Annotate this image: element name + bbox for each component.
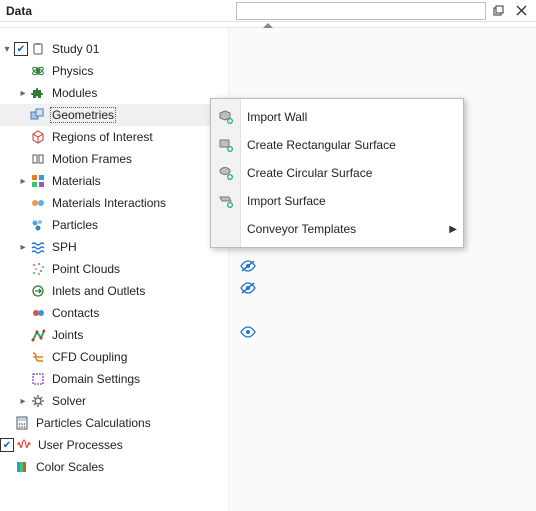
gear-icon	[30, 393, 46, 409]
submenu-arrow-icon: ▶	[449, 224, 457, 235]
joints-icon	[30, 327, 46, 343]
tree-item-physics[interactable]: Physics	[0, 60, 228, 82]
menu-create-rect[interactable]: Create Rectangular Surface	[211, 131, 463, 159]
color-scales-icon	[14, 459, 30, 475]
tree-panel: ▾ ✔ Study 01 Physics ▸ Modules	[0, 28, 228, 511]
menu-conveyor-templates[interactable]: Conveyor Templates ▶	[211, 215, 463, 243]
tree-label: Physics	[50, 64, 95, 78]
tree-label: Geometries	[50, 107, 116, 123]
tree-item-study[interactable]: ▾ ✔ Study 01	[0, 38, 228, 60]
tree-label: Color Scales	[34, 460, 106, 474]
tree-label: Study 01	[50, 42, 101, 56]
menu-label: Conveyor Templates	[247, 222, 356, 236]
interactions-icon	[30, 195, 46, 211]
frames-icon	[30, 151, 46, 167]
tree-item-user-processes[interactable]: ✔ User Processes	[0, 434, 228, 456]
tree-item-motion-frames[interactable]: Motion Frames	[0, 148, 228, 170]
domain-icon	[30, 371, 46, 387]
materials-icon	[30, 173, 46, 189]
tree-item-materials[interactable]: ▸ Materials	[0, 170, 228, 192]
cfd-icon	[30, 349, 46, 365]
expander-icon[interactable]: ▸	[16, 394, 30, 408]
expander-icon[interactable]: ▸	[16, 174, 30, 188]
tree-item-particles-calc[interactable]: Particles Calculations	[0, 412, 228, 434]
tree-item-roi[interactable]: Regions of Interest	[0, 126, 228, 148]
expander-icon[interactable]: ▸	[16, 86, 30, 100]
tree-label: Domain Settings	[50, 372, 142, 386]
eye-hidden-icon[interactable]	[239, 257, 257, 275]
context-menu: Import Wall Create Rectangular Surface C…	[210, 98, 464, 248]
tree-item-cfd[interactable]: CFD Coupling	[0, 346, 228, 368]
surface-add-icon	[218, 193, 234, 209]
clipboard-icon	[30, 41, 46, 57]
shapes-icon	[30, 107, 46, 123]
tree-item-particles[interactable]: Particles	[0, 214, 228, 236]
menu-label: Create Rectangular Surface	[247, 138, 396, 152]
tree-label: Regions of Interest	[50, 130, 155, 144]
puzzle-icon	[30, 85, 46, 101]
menu-label: Import Wall	[247, 110, 307, 124]
menu-import-surface[interactable]: Import Surface	[211, 187, 463, 215]
tree-item-color-scales[interactable]: Color Scales	[0, 456, 228, 478]
menu-label: Import Surface	[247, 194, 326, 208]
inlet-icon	[30, 283, 46, 299]
tree-item-geometries[interactable]: Geometries	[0, 104, 228, 126]
tree-label: SPH	[50, 240, 79, 254]
tree-label: User Processes	[36, 438, 125, 452]
tree-item-mat-interactions[interactable]: Materials Interactions	[0, 192, 228, 214]
rect-add-icon	[218, 137, 234, 153]
menu-label: Create Circular Surface	[247, 166, 372, 180]
waves-icon	[30, 239, 46, 255]
tree-item-contacts[interactable]: Contacts	[0, 302, 228, 324]
dots-icon	[30, 261, 46, 277]
tree-label: Materials	[50, 174, 103, 188]
tree-item-modules[interactable]: ▸ Modules	[0, 82, 228, 104]
panel-title: Data	[6, 4, 32, 18]
tree-label: Joints	[50, 328, 85, 342]
maximize-icon[interactable]	[490, 2, 508, 20]
tree-label: Modules	[50, 86, 99, 100]
calculator-icon	[14, 415, 30, 431]
eye-icon[interactable]	[239, 323, 257, 341]
tree-label: Point Clouds	[50, 262, 122, 276]
tree-label: CFD Coupling	[50, 350, 129, 364]
tree-label: Particles	[50, 218, 100, 232]
contacts-icon	[30, 305, 46, 321]
cube-icon	[30, 129, 46, 145]
cube-add-icon	[218, 109, 234, 125]
atom-icon	[30, 63, 46, 79]
menu-create-circ[interactable]: Create Circular Surface	[211, 159, 463, 187]
tree-item-inlets-outlets[interactable]: Inlets and Outlets	[0, 280, 228, 302]
expander-icon[interactable]: ▸	[16, 240, 30, 254]
tree-label: Motion Frames	[50, 152, 134, 166]
expander-icon[interactable]: ▾	[0, 42, 14, 56]
tree-item-joints[interactable]: Joints	[0, 324, 228, 346]
circle-add-icon	[218, 165, 234, 181]
checkbox[interactable]: ✔	[0, 438, 14, 452]
signal-icon	[16, 437, 32, 453]
tree-label: Contacts	[50, 306, 101, 320]
tree-label: Solver	[50, 394, 88, 408]
tree-item-solver[interactable]: ▸ Solver	[0, 390, 228, 412]
tree-label: Materials Interactions	[50, 196, 168, 210]
search-input[interactable]	[236, 2, 486, 20]
tree-label: Inlets and Outlets	[50, 284, 147, 298]
tree-item-domain[interactable]: Domain Settings	[0, 368, 228, 390]
tree-item-point-clouds[interactable]: Point Clouds	[0, 258, 228, 280]
tree-item-sph[interactable]: ▸ SPH	[0, 236, 228, 258]
menu-import-wall[interactable]: Import Wall	[211, 103, 463, 131]
particles-icon	[30, 217, 46, 233]
close-icon[interactable]	[512, 2, 530, 20]
eye-hidden-icon[interactable]	[239, 279, 257, 297]
tree-label: Particles Calculations	[34, 416, 153, 430]
checkbox[interactable]: ✔	[14, 42, 28, 56]
